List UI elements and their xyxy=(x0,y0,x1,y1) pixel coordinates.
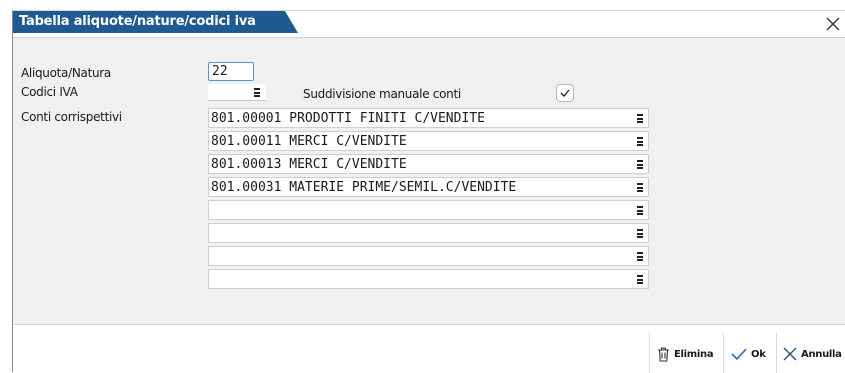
ok-check-icon xyxy=(731,348,747,360)
conto-row[interactable]: 801.00031 MATERIE PRIME/SEMIL.C/VENDITE xyxy=(208,177,649,197)
cancel-x-icon xyxy=(783,347,797,361)
footer-toolbar: Elimina Ok Annulla xyxy=(13,325,845,373)
menu-icon[interactable] xyxy=(254,88,262,97)
title-bar: Tabella aliquote/nature/codici iva xyxy=(13,11,845,33)
menu-icon[interactable] xyxy=(637,114,645,123)
close-icon xyxy=(826,17,840,31)
conto-row[interactable]: 801.00001 PRODOTTI FINITI C/VENDITE xyxy=(208,108,649,128)
footer-separator xyxy=(776,333,777,373)
conto-value: 801.00011 MERCI C/VENDITE xyxy=(211,134,407,149)
menu-icon[interactable] xyxy=(637,275,645,284)
ok-button[interactable]: Ok xyxy=(731,343,766,365)
conti-corrispettivi-label: Conti corrispettivi xyxy=(21,110,122,124)
menu-icon[interactable] xyxy=(637,183,645,192)
form-panel: Aliquota/Natura 22 Codici IVA Suddivisio… xyxy=(13,37,845,325)
footer-separator xyxy=(649,333,650,373)
elimina-label: Elimina xyxy=(674,348,714,360)
ok-label: Ok xyxy=(751,348,766,360)
suddivisione-label: Suddivisione manuale conti xyxy=(303,87,461,101)
aliquota-label: Aliquota/Natura xyxy=(21,66,111,80)
dialog-window: Tabella aliquote/nature/codici iva Aliqu… xyxy=(12,10,845,373)
conto-row[interactable] xyxy=(208,246,649,266)
check-icon xyxy=(560,89,570,97)
menu-icon[interactable] xyxy=(637,252,645,261)
conto-row[interactable] xyxy=(208,223,649,243)
conto-row[interactable] xyxy=(208,269,649,289)
close-button[interactable] xyxy=(822,13,844,35)
conti-list: 801.00001 PRODOTTI FINITI C/VENDITE 801.… xyxy=(208,108,649,292)
conto-row[interactable]: 801.00013 MERCI C/VENDITE xyxy=(208,154,649,174)
suddivisione-checkbox[interactable] xyxy=(556,84,574,102)
menu-icon[interactable] xyxy=(637,137,645,146)
annulla-label: Annulla xyxy=(801,348,842,360)
conto-value: 801.00013 MERCI C/VENDITE xyxy=(211,157,407,172)
menu-icon[interactable] xyxy=(637,160,645,169)
conto-value: 801.00031 MATERIE PRIME/SEMIL.C/VENDITE xyxy=(211,180,517,195)
conto-value: 801.00001 PRODOTTI FINITI C/VENDITE xyxy=(211,111,485,126)
codici-iva-field[interactable] xyxy=(208,84,266,101)
conto-row[interactable] xyxy=(208,200,649,220)
elimina-button[interactable]: Elimina xyxy=(657,343,714,365)
menu-icon[interactable] xyxy=(637,206,645,215)
window-title: Tabella aliquote/nature/codici iva xyxy=(13,11,298,33)
aliquota-input[interactable]: 22 xyxy=(208,62,254,81)
annulla-button[interactable]: Annulla xyxy=(783,343,842,365)
footer-separator xyxy=(723,333,724,373)
menu-icon[interactable] xyxy=(637,229,645,238)
trash-icon xyxy=(658,347,669,362)
conto-row[interactable]: 801.00011 MERCI C/VENDITE xyxy=(208,131,649,151)
codici-iva-label: Codici IVA xyxy=(21,85,78,99)
